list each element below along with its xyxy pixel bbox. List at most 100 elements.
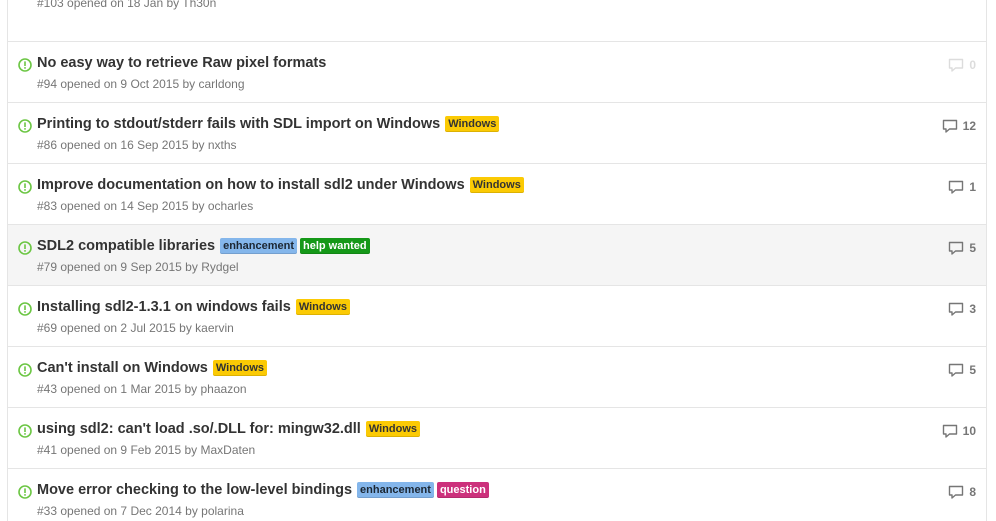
issue-number: #83 (37, 199, 58, 213)
issue-opened-icon (18, 119, 32, 133)
issue-opened-text: opened on 1 Mar 2015 by (60, 382, 198, 396)
issue-opened-icon (18, 241, 32, 255)
issue-meta: #79 opened on 9 Sep 2015 by Rydgel (37, 260, 239, 274)
issue-title-link[interactable]: Move error checking to the low-level bin… (37, 482, 352, 498)
issue-row[interactable]: Move error checking to the low-level bin… (8, 468, 986, 521)
issue-author-link[interactable]: ocharles (208, 199, 253, 213)
issue-author-link[interactable]: polarina (201, 504, 244, 518)
issue-comments-link[interactable]: 5 (948, 363, 976, 377)
issue-title-link[interactable]: SDL2 compatible libraries (37, 238, 215, 254)
issue-author-link[interactable]: phaazon (201, 382, 247, 396)
issue-comments-link[interactable]: 12 (942, 119, 976, 133)
issue-opened-text: opened on 9 Sep 2015 by (60, 260, 198, 274)
issue-author-link[interactable]: nxths (208, 138, 237, 152)
label-question[interactable]: question (436, 482, 489, 498)
issue-labels: Windows (365, 421, 423, 437)
issue-row[interactable]: Printing to stdout/stderr fails with SDL… (8, 102, 986, 163)
issue-number: #33 (37, 504, 58, 518)
issue-title-line: Can't install on Windows Windows (37, 360, 270, 376)
issue-comments-link[interactable]: 10 (942, 424, 976, 438)
label-windows[interactable]: Windows (445, 116, 500, 132)
issue-row-partial[interactable]: #103 opened on 18 Jan by Th30n (8, 0, 986, 41)
issue-meta-text: #103 opened on 18 Jan by Th30n (37, 0, 217, 10)
issue-title-link[interactable]: using sdl2: can't load .so/.DLL for: min… (37, 421, 361, 437)
issue-number: #69 (37, 321, 58, 335)
issue-meta: #69 opened on 2 Jul 2015 by kaervin (37, 321, 234, 335)
issue-opened-icon (18, 302, 32, 316)
issue-number: #79 (37, 260, 58, 274)
issue-opened-icon (18, 424, 32, 438)
label-enhancement[interactable]: enhancement (357, 482, 434, 498)
issue-labels: Windows (469, 177, 527, 193)
issue-meta: #86 opened on 16 Sep 2015 by nxths (37, 138, 237, 152)
issue-author-link[interactable]: carldong (199, 77, 245, 91)
issue-opened-text: opened on 9 Oct 2015 by (60, 77, 196, 91)
issue-author-link[interactable]: Rydgel (201, 260, 238, 274)
label-windows[interactable]: Windows (365, 421, 421, 437)
issue-title-link[interactable]: No easy way to retrieve Raw pixel format… (37, 55, 326, 71)
label-windows[interactable]: Windows (212, 360, 268, 376)
issue-opened-text: opened on 14 Sep 2015 by (60, 199, 205, 213)
issue-row[interactable]: No easy way to retrieve Raw pixel format… (8, 41, 986, 102)
comment-count: 5 (969, 241, 976, 255)
comment-icon (942, 424, 958, 438)
issue-title-link[interactable]: Installing sdl2-1.3.1 on windows fails (37, 299, 291, 315)
comment-count: 8 (969, 485, 976, 499)
issue-meta: #41 opened on 9 Feb 2015 by MaxDaten (37, 443, 255, 457)
issue-comments-link[interactable]: 8 (948, 485, 976, 499)
issue-meta: #103 opened on 18 Jan by Th30n (37, 0, 216, 10)
issue-opened-text: opened on 16 Sep 2015 by (60, 138, 205, 152)
comment-icon (948, 58, 964, 72)
issue-number: #94 (37, 77, 58, 91)
issue-comments-link[interactable]: 0 (948, 58, 976, 72)
comment-count: 12 (962, 119, 976, 133)
issue-meta: #83 opened on 14 Sep 2015 by ocharles (37, 199, 253, 213)
issue-title-line: SDL2 compatible libraries enhancement help… (37, 238, 373, 254)
issue-labels: Windows (445, 116, 502, 132)
label-help[interactable]: help wanted (300, 238, 370, 254)
issue-row[interactable]: Installing sdl2-1.3.1 on windows fails Wi… (8, 285, 986, 346)
issue-labels: Windows (212, 360, 270, 376)
issue-opened-icon (18, 58, 32, 72)
issue-author-link[interactable]: kaervin (195, 321, 234, 335)
issue-title-link[interactable]: Printing to stdout/stderr fails with SDL… (37, 116, 440, 132)
comment-count: 10 (962, 424, 976, 438)
comment-count: 1 (969, 180, 976, 194)
label-enhancement[interactable]: enhancement (220, 238, 298, 254)
issue-comments-link[interactable]: 3 (948, 302, 976, 316)
issue-title-line: Printing to stdout/stderr fails with SDL… (37, 116, 502, 132)
issue-author-link[interactable]: MaxDaten (201, 443, 256, 457)
label-windows[interactable]: Windows (469, 177, 524, 193)
issue-title-link[interactable]: Improve documentation on how to install … (37, 177, 465, 193)
issue-opened-icon (18, 363, 32, 377)
comment-icon (948, 180, 964, 194)
issue-meta: #33 opened on 7 Dec 2014 by polarina (37, 504, 244, 518)
label-windows[interactable]: Windows (295, 299, 350, 315)
comment-count: 5 (969, 363, 976, 377)
issue-opened-text: opened on 9 Feb 2015 by (60, 443, 198, 457)
issue-comments-link[interactable]: 1 (948, 180, 976, 194)
issue-number: #43 (37, 382, 58, 396)
issue-opened-text: opened on 7 Dec 2014 by (60, 504, 198, 518)
issue-opened-icon (18, 485, 32, 499)
issue-title-line: Installing sdl2-1.3.1 on windows fails Wi… (37, 299, 353, 315)
issue-comments-link[interactable]: 5 (948, 241, 976, 255)
issue-title-line: using sdl2: can't load .so/.DLL for: min… (37, 421, 423, 437)
issue-title-link[interactable]: Can't install on Windows (37, 360, 208, 376)
comment-icon (948, 241, 964, 255)
issue-number: #86 (37, 138, 58, 152)
issue-row[interactable]: Can't install on Windows Windows #43 opene… (8, 346, 986, 407)
issue-meta: #94 opened on 9 Oct 2015 by carldong (37, 77, 245, 91)
issue-row[interactable]: using sdl2: can't load .so/.DLL for: min… (8, 407, 986, 468)
issue-labels: enhancement question (357, 482, 492, 498)
issue-title-line: Improve documentation on how to install … (37, 177, 527, 193)
issue-title-line: Move error checking to the low-level bin… (37, 482, 492, 498)
comment-count: 3 (969, 302, 976, 316)
comment-icon (948, 302, 964, 316)
issue-row[interactable]: Improve documentation on how to install … (8, 163, 986, 224)
issue-row[interactable]: SDL2 compatible libraries enhancement help… (8, 224, 986, 285)
comment-count: 0 (969, 58, 976, 72)
issues-list: #103 opened on 18 Jan by Th30n No easy w… (7, 0, 987, 521)
issue-meta: #43 opened on 1 Mar 2015 by phaazon (37, 382, 247, 396)
issue-labels: Windows (295, 299, 353, 315)
